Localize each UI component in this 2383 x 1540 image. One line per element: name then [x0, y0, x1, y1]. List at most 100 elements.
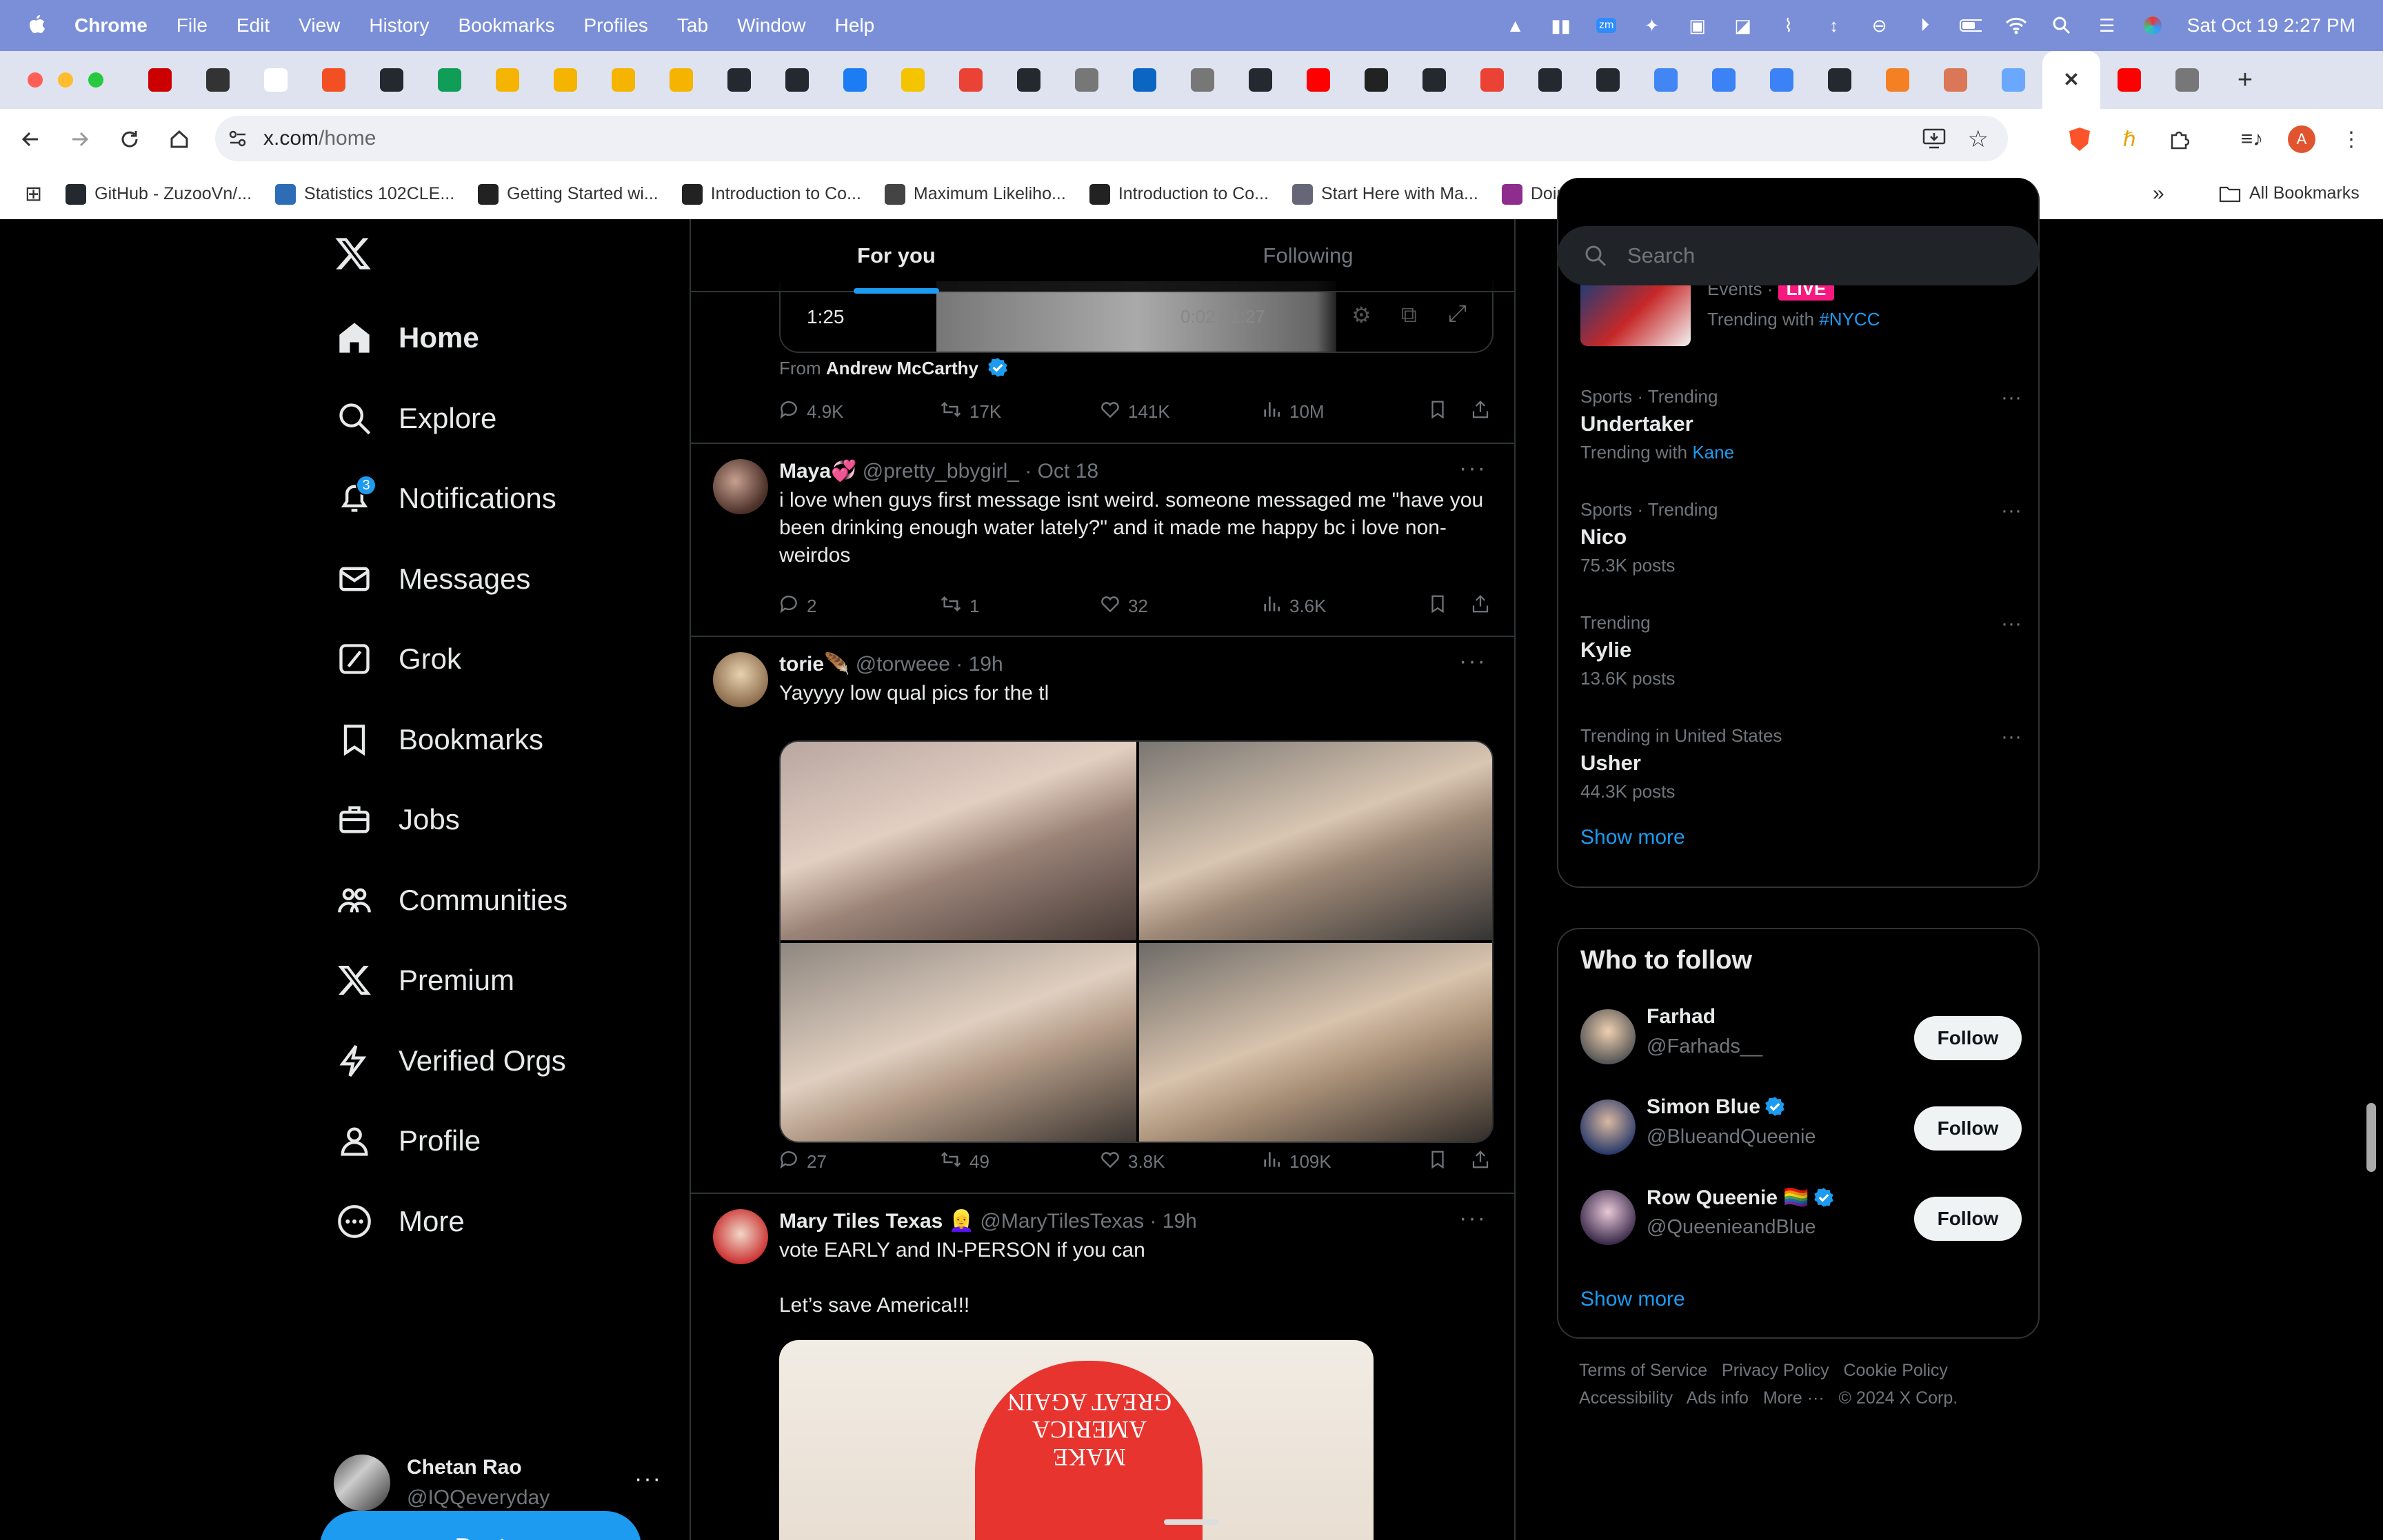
- tweet-more-icon[interactable]: ···: [1459, 455, 1487, 482]
- follow-button[interactable]: Follow: [1914, 1197, 2022, 1241]
- follow-button[interactable]: Follow: [1914, 1106, 2022, 1151]
- tab-favicon[interactable]: [247, 51, 305, 109]
- menu-history[interactable]: History: [369, 14, 429, 37]
- media-controls-icon[interactable]: ≡♪: [2231, 119, 2273, 160]
- bookmark-tweet-icon[interactable]: [1427, 1148, 1448, 1171]
- avatar[interactable]: [713, 1209, 768, 1264]
- all-bookmarks[interactable]: All Bookmarks: [2219, 183, 2360, 203]
- more-bookmarks-icon[interactable]: »: [2153, 182, 2164, 205]
- tab-favicon[interactable]: [1869, 51, 1927, 109]
- address-bar[interactable]: x.com/home ☆: [215, 116, 2008, 161]
- nav-item-grok[interactable]: Grok: [334, 631, 461, 687]
- photo-1[interactable]: [781, 742, 1136, 940]
- account-switcher[interactable]: Chetan Rao @IQQeveryday ···: [334, 1450, 720, 1519]
- honey-extension-icon[interactable]: ℏ: [2109, 119, 2150, 160]
- author-handle[interactable]: @MaryTilesTexas: [980, 1210, 1144, 1233]
- nav-item-notifications[interactable]: 3 Notifications: [334, 471, 556, 526]
- back-button[interactable]: [6, 114, 55, 164]
- apps-grid-icon[interactable]: ⊞: [25, 182, 42, 206]
- tweet-time[interactable]: Oct 18: [1038, 460, 1098, 483]
- share-icon[interactable]: [1470, 1148, 1491, 1171]
- repost-button[interactable]: 17K: [939, 398, 1001, 425]
- tweet-torie[interactable]: torie🪶 @torweee · 19h ··· Yayyyy low qua…: [691, 637, 1514, 1194]
- photo-2[interactable]: [1139, 742, 1492, 940]
- avatar[interactable]: [713, 459, 768, 514]
- menu-tab[interactable]: Tab: [677, 14, 708, 37]
- tweet-time[interactable]: 19h: [969, 653, 1003, 676]
- nav-item-messages[interactable]: Messages: [334, 551, 530, 607]
- tab-favicon[interactable]: [2100, 51, 2158, 109]
- audio-bars-icon[interactable]: ▮▮: [1550, 14, 1572, 37]
- tweet-photo[interactable]: MAKE AMERICA GREAT AGAIN: [779, 1340, 1374, 1540]
- nav-item-explore[interactable]: Explore: [334, 391, 496, 446]
- share-icon[interactable]: [1470, 593, 1491, 615]
- account-more-icon[interactable]: ···: [634, 1466, 662, 1492]
- tab-favicon[interactable]: [826, 51, 884, 109]
- reload-button[interactable]: [105, 114, 154, 164]
- author-handle[interactable]: @torweee: [856, 653, 950, 676]
- tab-favicon[interactable]: [189, 51, 247, 109]
- follow-show-more[interactable]: Show more: [1580, 1288, 1685, 1311]
- forward-button[interactable]: [55, 114, 105, 164]
- wifi-icon[interactable]: [2005, 14, 2027, 37]
- reply-button[interactable]: 27: [778, 1148, 827, 1175]
- trend-item[interactable]: Sports · Trending Nico 75.3K posts ···: [1580, 499, 2022, 576]
- tab-favicon[interactable]: [1637, 51, 1695, 109]
- tab-favicon[interactable]: [1984, 51, 2042, 109]
- repost-button[interactable]: 1: [939, 593, 979, 620]
- tab-favicon[interactable]: [594, 51, 652, 109]
- control-center-icon[interactable]: ☰: [2096, 14, 2118, 37]
- follow-button[interactable]: Follow: [1914, 1016, 2022, 1060]
- tab-active[interactable]: ✕: [2042, 51, 2100, 109]
- menu-help[interactable]: Help: [835, 14, 875, 37]
- tab-favicon[interactable]: [363, 51, 421, 109]
- tab-favicon[interactable]: [768, 51, 826, 109]
- new-tab-button[interactable]: +: [2216, 51, 2274, 109]
- menu-profiles[interactable]: Profiles: [584, 14, 648, 37]
- menu-view[interactable]: View: [299, 14, 340, 37]
- bookmark-item[interactable]: Maximum Likeliho...: [884, 183, 1066, 205]
- avatar[interactable]: [1580, 1190, 1636, 1245]
- clipboard-icon[interactable]: ▣: [1687, 14, 1709, 37]
- cookie-link[interactable]: Cookie Policy: [1843, 1361, 1947, 1380]
- tab-favicon[interactable]: [1405, 51, 1463, 109]
- tab-favicon[interactable]: [1753, 51, 1811, 109]
- tweet-more-icon[interactable]: ···: [1459, 1205, 1487, 1232]
- event-hashtag[interactable]: #NYCC: [1819, 309, 1880, 330]
- siri-icon[interactable]: [2142, 14, 2164, 37]
- play-icon[interactable]: ⏵: [1914, 14, 1936, 37]
- extensions-icon[interactable]: [2158, 119, 2200, 160]
- tweet-photo-grid[interactable]: [779, 740, 1494, 1143]
- video-fullscreen-icon[interactable]: ⤢: [1448, 301, 1467, 327]
- tweet-time[interactable]: 19h: [1163, 1210, 1197, 1233]
- tab-favicon[interactable]: [1521, 51, 1579, 109]
- tab-favicon[interactable]: [1000, 51, 1058, 109]
- tweet-maya[interactable]: Maya💞 @pretty_bbygirl_ · Oct 18 ··· i lo…: [691, 444, 1514, 637]
- tab-for-you[interactable]: For you: [691, 219, 1102, 294]
- author-name[interactable]: Mary Tiles Texas 👱‍♀️: [779, 1210, 974, 1233]
- nav-item-jobs[interactable]: Jobs: [334, 792, 460, 847]
- apple-icon[interactable]: [26, 14, 47, 37]
- paperclip-icon[interactable]: ⌇: [1778, 14, 1800, 37]
- tweet-more-icon[interactable]: ···: [1459, 648, 1487, 675]
- terms-link[interactable]: Terms of Service: [1579, 1361, 1707, 1380]
- menu-window[interactable]: Window: [737, 14, 806, 37]
- home-button[interactable]: [154, 114, 204, 164]
- drag-handle[interactable]: [1164, 1519, 1219, 1525]
- follow-suggestion[interactable]: Row Queenie 🏳️‍🌈 @QueenieandBlue Follow: [1580, 1186, 2022, 1248]
- spotlight-search-icon[interactable]: [2051, 14, 2073, 37]
- nav-item-profile[interactable]: Profile: [334, 1113, 481, 1168]
- nav-item-premium[interactable]: Premium: [334, 953, 514, 1008]
- author-handle[interactable]: @pretty_bbygirl_: [863, 460, 1019, 483]
- page-scrollbar[interactable]: [2366, 1103, 2376, 1172]
- chrome-menu-icon[interactable]: ⋮: [2331, 119, 2372, 160]
- nav-item-more[interactable]: More: [334, 1194, 465, 1249]
- views-button[interactable]: 10M: [1260, 398, 1325, 425]
- install-app-icon[interactable]: [1922, 127, 1946, 154]
- tab-favicon[interactable]: [1116, 51, 1174, 109]
- tab-favicon[interactable]: [884, 51, 942, 109]
- reply-button[interactable]: 2: [778, 593, 816, 620]
- tab-favicon[interactable]: [1463, 51, 1521, 109]
- profile-avatar[interactable]: A: [2281, 119, 2322, 160]
- circle-slash-icon[interactable]: ⊖: [1869, 14, 1891, 37]
